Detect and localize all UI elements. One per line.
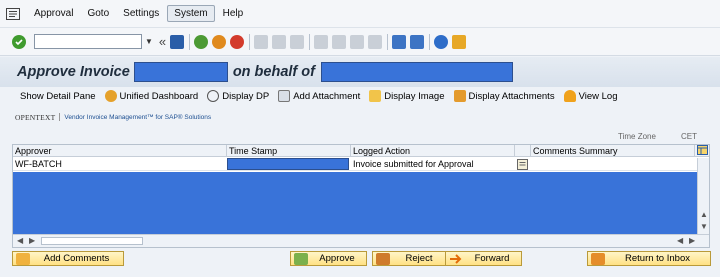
display-image-button[interactable]: Display Image (369, 90, 445, 102)
column-approver[interactable]: Approver (13, 145, 227, 157)
standard-toolbar: ▼ « (0, 28, 720, 56)
table-settings-icon[interactable] (695, 145, 709, 157)
forward-button[interactable]: Forward (445, 251, 522, 266)
glasses-icon (207, 90, 220, 102)
dashboard-icon (104, 90, 117, 102)
unified-dashboard-button[interactable]: Unified Dashboard (104, 90, 198, 102)
scroll-down-icon[interactable]: ▼ (700, 222, 708, 231)
back-icon[interactable] (194, 34, 209, 49)
comment-edit-icon[interactable] (515, 158, 531, 171)
page-title: Approve Invoice (17, 64, 130, 80)
title-bar: Approve Invoice on behalf of (0, 57, 720, 87)
brand-separator (59, 113, 61, 121)
command-field[interactable] (34, 34, 142, 49)
scroll-up-icon[interactable]: ▲ (700, 210, 708, 219)
menu-settings[interactable]: Settings (117, 6, 165, 21)
save-icon[interactable] (170, 34, 185, 49)
cell-time-stamp (227, 158, 351, 171)
help-icon[interactable] (434, 34, 449, 49)
collapse-command-icon[interactable]: « (159, 34, 166, 49)
vertical-scrollbar[interactable]: ▲ ▼ (697, 158, 709, 234)
view-log-button[interactable]: View Log (563, 90, 618, 102)
column-comments-summary[interactable]: Comments Summary (531, 145, 695, 157)
scroll-left-end-icon[interactable]: ◀ (677, 236, 683, 245)
partial-cet-label: CET (681, 132, 697, 141)
log-icon (563, 90, 576, 102)
brand-line: OPENTEXT Vendor Invoice Management™ for … (0, 106, 720, 128)
horizontal-scrollbar[interactable]: ◀ ▶ ◀ ▶ (13, 234, 709, 247)
comment-icon (16, 252, 30, 265)
scroll-thumb[interactable] (41, 237, 143, 245)
menu-system[interactable]: System (167, 5, 215, 22)
reject-button[interactable]: Reject (372, 251, 449, 266)
display-dp-button[interactable]: Display DP (207, 90, 269, 102)
column-comment-icon[interactable] (515, 145, 531, 157)
scroll-left-icon[interactable]: ◀ (17, 236, 23, 245)
find-next-icon[interactable] (290, 34, 305, 49)
application-toolbar: Show Detail Pane Unified Dashboard Displ… (0, 87, 720, 105)
sap-menu-icon[interactable] (6, 7, 20, 20)
shortcut-icon[interactable] (410, 34, 425, 49)
menu-bar: Approval Goto Settings System Help (0, 0, 720, 28)
image-icon (369, 90, 382, 102)
page-title-on-behalf: on behalf of (232, 64, 315, 80)
action-bar: Add Comments Approve Reject Forward Retu… (0, 251, 720, 277)
cell-logged-action: Invoice submitted for Approval (353, 159, 474, 169)
reject-icon (376, 252, 390, 265)
toolbar-separator (249, 33, 251, 50)
scroll-right-small-icon[interactable]: ▶ (29, 236, 35, 245)
enter-check-icon[interactable] (12, 34, 26, 49)
return-to-inbox-button[interactable]: Return to Inbox (587, 251, 711, 266)
cell-comments-summary (531, 158, 695, 171)
table-row[interactable]: WF-BATCH Invoice submitted for Approval (13, 158, 709, 171)
table-header: Approver Time Stamp Logged Action Commen… (13, 145, 709, 157)
attachments-icon (453, 90, 466, 102)
print-icon[interactable] (254, 34, 269, 49)
exit-icon[interactable] (212, 34, 227, 49)
display-attachments-button[interactable]: Display Attachments (453, 90, 555, 102)
scroll-right-icon[interactable]: ▶ (689, 236, 695, 245)
next-page-icon[interactable] (350, 34, 365, 49)
approval-log-table: Approver Time Stamp Logged Action Commen… (12, 144, 710, 248)
column-time-stamp[interactable]: Time Stamp (227, 145, 351, 157)
menu-help[interactable]: Help (217, 6, 250, 21)
menu-goto[interactable]: Goto (81, 6, 115, 21)
customize-layout-icon[interactable] (452, 34, 467, 49)
add-comments-button[interactable]: Add Comments (12, 251, 124, 266)
forward-arrow-icon (450, 253, 462, 264)
vim-brand-text: Vendor Invoice Management™ for SAP® Solu… (64, 113, 212, 121)
previous-page-icon[interactable] (332, 34, 347, 49)
find-icon[interactable] (272, 34, 287, 49)
last-page-icon[interactable] (368, 34, 383, 49)
redacted-invoice-number (133, 62, 228, 82)
cancel-icon[interactable] (230, 34, 245, 49)
partial-time-zone-label: Time Zone (618, 132, 656, 141)
new-session-icon[interactable] (392, 34, 407, 49)
command-dropdown-icon[interactable]: ▼ (145, 37, 153, 46)
first-page-icon[interactable] (314, 34, 329, 49)
toolbar-separator (189, 33, 191, 50)
toolbar-separator (429, 33, 431, 50)
redacted-user-name (320, 62, 513, 82)
toolbar-separator (309, 33, 311, 50)
show-detail-pane-button[interactable]: Show Detail Pane (20, 91, 96, 102)
approve-button[interactable]: Approve (290, 251, 367, 266)
approve-icon (294, 252, 308, 265)
toolbar-separator (387, 33, 389, 50)
menu-approval[interactable]: Approval (28, 6, 79, 21)
return-icon (591, 252, 605, 265)
redacted-time-stamp (227, 158, 349, 170)
cell-approver: WF-BATCH (15, 159, 62, 169)
attachment-icon (278, 90, 291, 102)
column-logged-action[interactable]: Logged Action (351, 145, 515, 157)
opentext-logo: OPENTEXT (15, 112, 56, 122)
add-attachment-button[interactable]: Add Attachment (278, 90, 360, 102)
redacted-table-area (13, 172, 697, 234)
